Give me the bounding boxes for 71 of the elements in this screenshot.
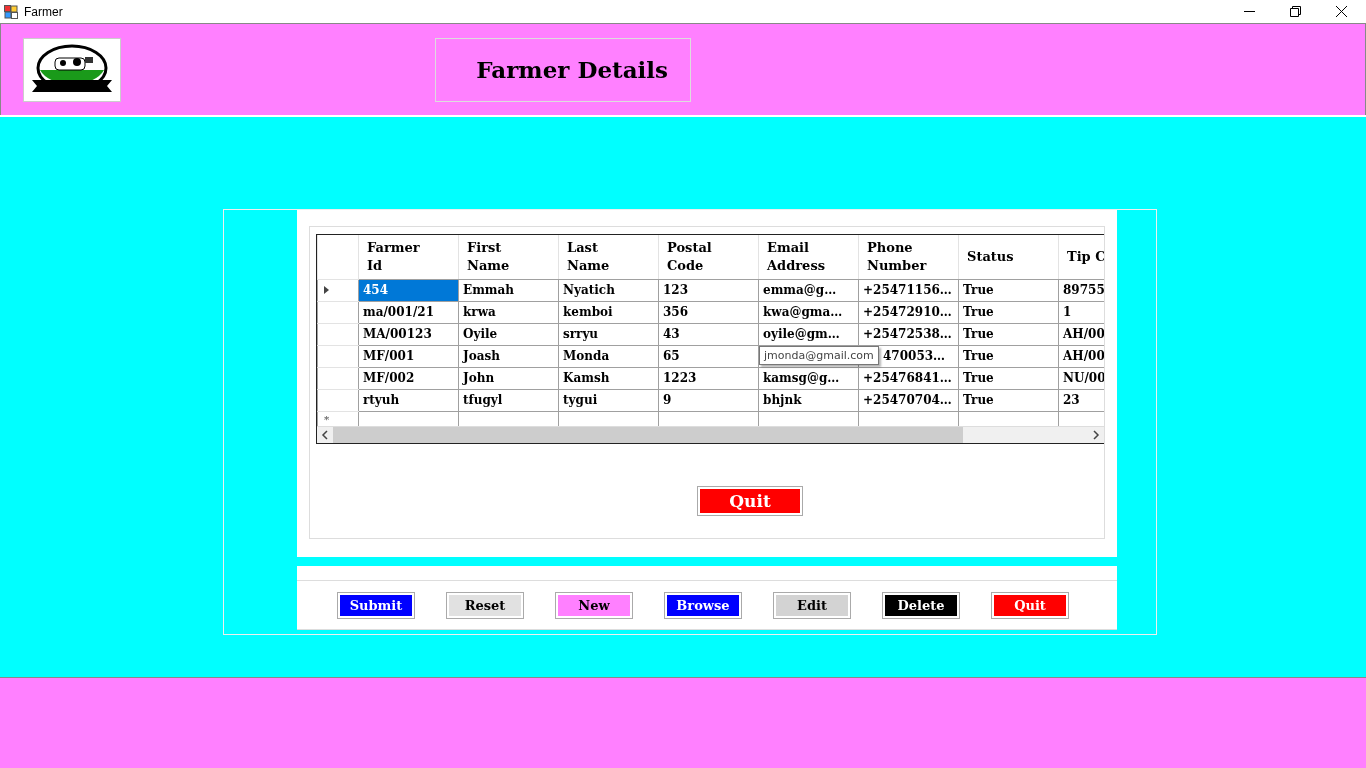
table-cell: +25472910…: [863, 305, 952, 319]
table-cell: kemboi: [563, 305, 613, 319]
new-row-marker: *: [324, 414, 330, 426]
table-cell: emma@g…: [763, 283, 837, 297]
table-cell: 65: [663, 349, 680, 363]
column-header[interactable]: Email Address: [758, 235, 859, 279]
column-header[interactable]: Status: [958, 235, 1059, 279]
table-cell: True: [963, 349, 994, 363]
quit-button[interactable]: Quit: [698, 487, 802, 515]
table-cell: kwa@gma…: [763, 305, 843, 319]
table-cell: +25472538…: [863, 327, 952, 341]
table-cell: 356: [663, 305, 689, 319]
column-header[interactable]: Farmer Id: [358, 235, 459, 279]
table-cell: True: [963, 305, 994, 319]
scrollbar-thumb[interactable]: [333, 427, 963, 443]
form-title: Farmer Details: [476, 56, 668, 83]
column-header[interactable]: Postal Code: [658, 235, 759, 279]
table-cell: Monda: [563, 349, 610, 363]
table-cell: MA/00123: [363, 327, 432, 341]
table-cell: rtyuh: [363, 393, 400, 407]
table-cell: Joash: [463, 349, 500, 363]
table-cell: srryu: [563, 327, 599, 341]
table-cell: MF/002: [363, 371, 415, 385]
table-cell: +25470704…: [863, 393, 952, 407]
action-button[interactable]: Submit: [338, 592, 414, 618]
table-cell: 454: [363, 283, 389, 297]
table-cell: AH/00: [1063, 327, 1104, 341]
table-cell: +25471156…: [863, 283, 952, 297]
table-cell: 43: [663, 327, 680, 341]
table-cell: Emmah: [463, 283, 515, 297]
table-cell: True: [963, 327, 994, 341]
table-cell: bhjnk: [763, 393, 802, 407]
horizontal-scrollbar[interactable]: [317, 426, 1104, 443]
column-header[interactable]: First Name: [458, 235, 559, 279]
table-cell: 1223: [663, 371, 697, 385]
table-cell: oyile@gm…: [763, 327, 840, 341]
table-cell: Nyatich: [563, 283, 615, 297]
table-cell: 23: [1063, 393, 1080, 407]
table-cell: John: [463, 371, 495, 385]
table-cell: 89755: [1063, 283, 1104, 297]
table-cell: tygui: [563, 393, 598, 407]
close-icon[interactable]: [1336, 6, 1347, 17]
column-header[interactable]: Phone Number: [858, 235, 959, 279]
table-cell: 1: [1063, 305, 1072, 319]
table-cell: AH/00: [1063, 349, 1104, 363]
restore-icon[interactable]: [1290, 6, 1301, 17]
column-header[interactable]: Last Name: [558, 235, 659, 279]
scroll-right-icon[interactable]: [1092, 430, 1100, 440]
tooltip: jmonda@gmail.com: [759, 346, 879, 365]
table-cell: Oyile: [463, 327, 498, 341]
action-button[interactable]: Reset: [447, 592, 523, 618]
table-cell: ma/001/21: [363, 305, 434, 319]
app-icon: [4, 4, 18, 19]
action-button[interactable]: Browse: [665, 592, 741, 618]
window-title: Farmer: [24, 4, 63, 19]
action-button[interactable]: Quit: [992, 592, 1068, 618]
action-button[interactable]: New: [556, 592, 632, 618]
table-cell: Kamsh: [563, 371, 610, 385]
table-cell: True: [963, 371, 994, 385]
table-cell: +25476841…: [863, 371, 952, 385]
scroll-left-icon[interactable]: [321, 430, 329, 440]
table-cell: True: [963, 393, 994, 407]
action-button[interactable]: Edit: [774, 592, 850, 618]
table-cell: MF/001: [363, 349, 415, 363]
table-cell: 123: [663, 283, 689, 297]
table-cell: True: [963, 283, 994, 297]
table-cell: kamsg@g…: [763, 371, 840, 385]
table-cell: krwa: [463, 305, 496, 319]
table-cell: tfugyl: [463, 393, 503, 407]
action-button[interactable]: Delete: [883, 592, 959, 618]
table-cell: 9: [663, 393, 672, 407]
